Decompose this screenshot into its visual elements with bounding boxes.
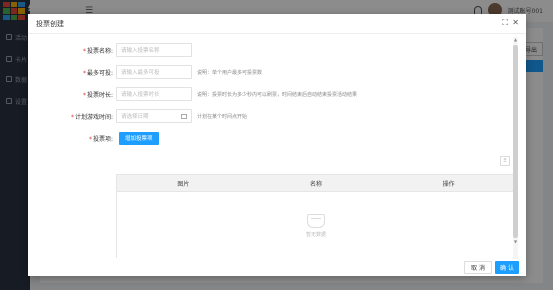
column-filter-icon[interactable]: ⁝⁝: [500, 156, 510, 166]
vote-items-label: 投票项:: [92, 135, 113, 143]
scroll-thumb[interactable]: [513, 45, 518, 238]
duration-input[interactable]: 请输入投票时长: [116, 87, 192, 101]
start-time-placeholder: 请选择日期: [121, 114, 149, 120]
max-votes-label: 最多可投:: [86, 69, 113, 77]
start-time-picker[interactable]: 请选择日期: [116, 109, 192, 123]
cancel-button[interactable]: 取 消: [464, 261, 492, 274]
start-time-hint: 计划在某个时间点开始: [197, 113, 248, 120]
empty-text: 暂无数据: [305, 231, 326, 238]
vote-name-input[interactable]: 请输入投票名称: [116, 43, 192, 57]
calendar-icon: [181, 114, 187, 119]
vote-name-label: 投票名称:: [86, 47, 113, 55]
vote-create-dialog: 投票创建 ⛶ ✕ *投票名称: 请输入投票名称 *最多可投: 请输入最多可投 说…: [28, 14, 526, 276]
field-vote-name: *投票名称: 请输入投票名称: [28, 43, 192, 57]
dialog-body: *投票名称: 请输入投票名称 *最多可投: 请输入最多可投 说明：单个用户最多可…: [28, 35, 526, 258]
dialog-header: 投票创建 ⛶ ✕: [28, 14, 526, 34]
confirm-button[interactable]: 确 认: [495, 261, 519, 274]
field-start-time: *计划游戏时间: 请选择日期 计划在某个时间点开始: [28, 109, 247, 123]
field-max-votes: *最多可投: 请输入最多可投 说明：单个用户最多可投票数: [28, 65, 262, 79]
max-votes-hint: 说明：单个用户最多可投票数: [197, 69, 263, 76]
dialog-title: 投票创建: [36, 20, 64, 28]
column-header-actions: 操作: [442, 180, 455, 188]
start-time-label: 计划游戏时间:: [74, 113, 113, 121]
scroll-down-icon[interactable]: ▼: [513, 239, 518, 245]
maximize-icon[interactable]: ⛶: [502, 18, 508, 28]
scroll-up-icon[interactable]: ▲: [513, 37, 518, 43]
duration-hint: 说明：投票时长为多少秒内可以刷票，时间结束后自动结束投票活动结果: [197, 91, 358, 98]
column-header-name: 名称: [310, 180, 323, 188]
vote-items-table: 图片 名称 操作 暂无数据: [116, 174, 516, 258]
duration-label: 投票时长:: [86, 91, 113, 99]
close-icon[interactable]: ✕: [512, 18, 519, 28]
column-header-image: 图片: [177, 180, 190, 188]
dialog-footer: 取 消 确 认: [28, 258, 526, 276]
field-duration: *投票时长: 请输入投票时长 说明：投票时长为多少秒内可以刷票，时间结束后自动结…: [28, 87, 357, 101]
empty-box-icon: [307, 213, 325, 228]
max-votes-input[interactable]: 请输入最多可投: [116, 65, 192, 79]
add-vote-item-button[interactable]: 增加投票项: [119, 131, 159, 145]
table-header: 图片 名称 操作: [117, 175, 515, 192]
field-vote-items: *投票项: 增加投票项: [28, 131, 159, 145]
table-empty-state: 暂无数据: [117, 192, 515, 258]
